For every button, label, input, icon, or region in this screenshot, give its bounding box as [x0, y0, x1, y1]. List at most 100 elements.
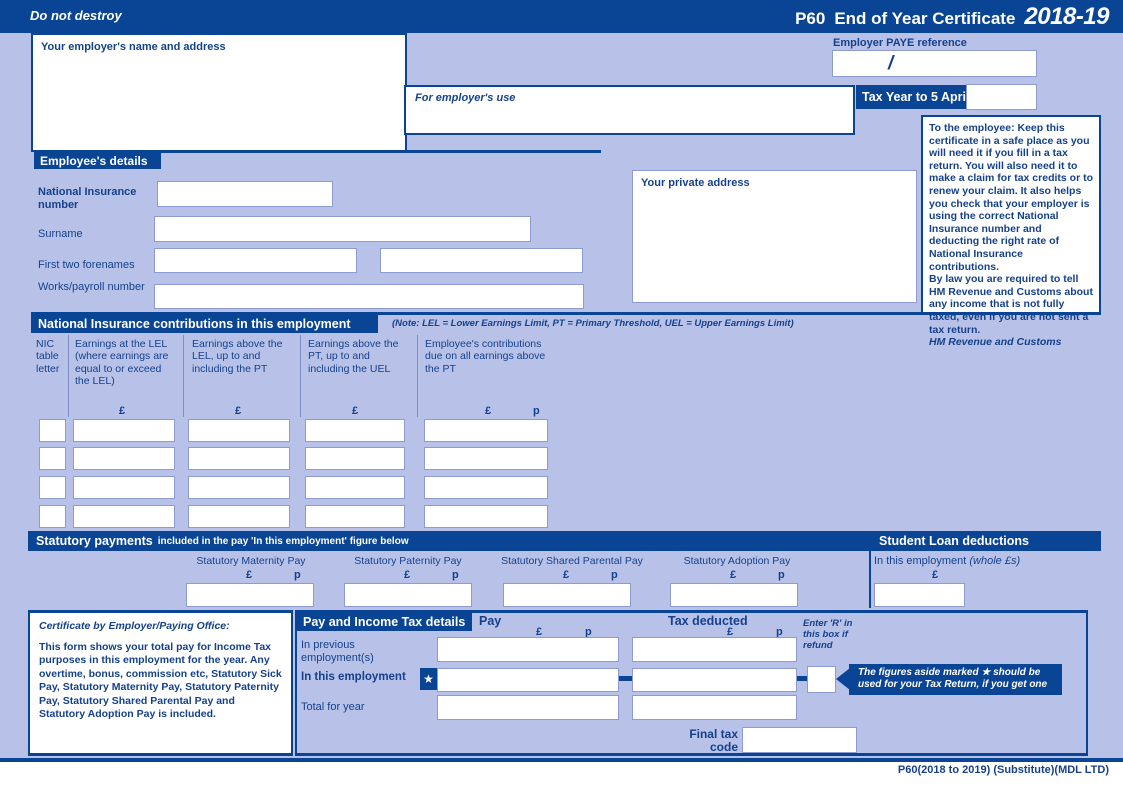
- private-address-field[interactable]: Your private address: [632, 170, 917, 303]
- header-title-group: P60 End of Year Certificate 2018-19: [795, 3, 1109, 31]
- refund-indicator-input[interactable]: [807, 666, 836, 693]
- nic-row-2-letter-input[interactable]: [39, 447, 66, 470]
- nic-column-divider: [417, 335, 418, 417]
- spp-currency-pence: p: [452, 569, 459, 581]
- employer-name-address-field[interactable]: Your employer's name and address: [31, 33, 407, 152]
- pay-income-tax-section-title: Pay and Income Tax details: [297, 612, 472, 631]
- nic-row-1-lel-input[interactable]: [73, 419, 175, 442]
- paye-reference-slash: /: [888, 53, 894, 74]
- student-loan-section-title: Student Loan deductions: [873, 531, 1101, 551]
- final-tax-code-input[interactable]: [742, 727, 857, 753]
- certificate-title: Certificate by Employer/Paying Office:: [39, 620, 230, 632]
- student-loan-in-this-employment-label: In this employment (whole £s): [874, 555, 1020, 568]
- certificate-by-employer-box: Certificate by Employer/Paying Office: T…: [28, 610, 293, 756]
- nic-row-3-above-pt-input[interactable]: [305, 476, 405, 499]
- works-payroll-number-input[interactable]: [154, 284, 584, 309]
- student-loan-currency-pounds: £: [932, 569, 939, 581]
- this-employment-tax-input[interactable]: [632, 668, 797, 692]
- nic-row-2-contributions-input[interactable]: [424, 447, 548, 470]
- employer-paye-reference-label: Employer PAYE reference: [833, 37, 967, 49]
- student-loan-input[interactable]: [874, 583, 965, 607]
- employer-paye-reference-input[interactable]: [832, 50, 1037, 77]
- surname-input[interactable]: [154, 216, 531, 242]
- footer-rule: [0, 758, 1123, 762]
- previous-employment-pay-input[interactable]: [437, 637, 619, 662]
- ni-number-input[interactable]: [157, 181, 333, 207]
- footer-form-reference: P60(2018 to 2019) (Substitute)(MDL LTD): [897, 764, 1109, 776]
- notice-paragraph-1: To the employee: Keep this certificate i…: [929, 122, 1093, 273]
- nic-row-3-contributions-input[interactable]: [424, 476, 548, 499]
- sspp-currency-pounds: £: [563, 569, 570, 581]
- nic-col-header-above-pt: Earnings above the PT, up to and includi…: [308, 338, 399, 375]
- nic-row-4-letter-input[interactable]: [39, 505, 66, 528]
- notice-paragraph-2: By law you are required to tell HM Reven…: [929, 273, 1093, 336]
- employer-use-label: For employer's use: [415, 92, 516, 104]
- smp-currency-pence: p: [294, 569, 301, 581]
- nic-row-4-contributions-input[interactable]: [424, 505, 548, 528]
- nic-row-2-lel-input[interactable]: [73, 447, 175, 470]
- nic-currency-above-lel: £: [235, 405, 242, 417]
- nic-currency-lel: £: [119, 405, 126, 417]
- works-payroll-number-label: Works/payroll number: [38, 281, 145, 293]
- nic-row-4-above-lel-input[interactable]: [188, 505, 290, 528]
- row-connector: [619, 676, 632, 681]
- nic-row-2-above-pt-input[interactable]: [305, 447, 405, 470]
- callout-left-arrow-icon: [836, 668, 850, 690]
- p60-form-page: Do not destroy P60 End of Year Certifica…: [0, 0, 1123, 794]
- forename-1-input[interactable]: [154, 248, 357, 273]
- nic-row-3-lel-input[interactable]: [73, 476, 175, 499]
- nic-row-1-letter-input[interactable]: [39, 419, 66, 442]
- forename-2-input[interactable]: [380, 248, 583, 273]
- forenames-label: First two forenames: [38, 259, 135, 271]
- statutory-paternity-pay-input[interactable]: [344, 583, 472, 607]
- nic-row-3-letter-input[interactable]: [39, 476, 66, 499]
- spp-currency-pounds: £: [404, 569, 411, 581]
- this-employment-pay-input[interactable]: [437, 668, 619, 692]
- nic-row-4-lel-input[interactable]: [73, 505, 175, 528]
- nic-section-title: National Insurance contributions in this…: [31, 315, 378, 333]
- ni-number-label: National Insurance number: [38, 186, 137, 211]
- nic-column-divider: [183, 335, 184, 417]
- nic-row-1-above-pt-input[interactable]: [305, 419, 405, 442]
- nic-col-header-above-lel: Earnings above the LEL, up to and includ…: [192, 338, 283, 375]
- header-tax-year: 2018-19: [1024, 3, 1109, 30]
- nic-row-1-contributions-input[interactable]: [424, 419, 548, 442]
- nic-row-3-above-lel-input[interactable]: [188, 476, 290, 499]
- total-for-year-tax-input[interactable]: [632, 695, 797, 720]
- form-header-bar: Do not destroy P60 End of Year Certifica…: [0, 0, 1123, 33]
- employee-details-section-title: Employee's details: [34, 152, 161, 169]
- tax-return-callout: The figures aside marked ★ should be use…: [849, 664, 1062, 695]
- statutory-shared-parental-pay-label: Statutory Shared Parental Pay: [501, 555, 643, 567]
- employee-notice-box: To the employee: Keep this certificate i…: [921, 115, 1101, 348]
- statutory-paternity-pay-label: Statutory Paternity Pay: [354, 555, 462, 567]
- statutory-adoption-pay-input[interactable]: [670, 583, 798, 607]
- statutory-payments-subtitle: included in the pay 'In this employment'…: [157, 535, 409, 547]
- this-employment-label: In this employment: [301, 671, 406, 683]
- employer-use-field[interactable]: For employer's use: [404, 85, 855, 135]
- smp-currency-pounds: £: [246, 569, 253, 581]
- statutory-adoption-pay-label: Statutory Adoption Pay: [683, 555, 791, 567]
- nic-row-2-above-lel-input[interactable]: [188, 447, 290, 470]
- do-not-destroy-label: Do not destroy: [30, 8, 122, 23]
- final-tax-code-label: Final tax code: [689, 727, 738, 754]
- nic-row-1-above-lel-input[interactable]: [188, 419, 290, 442]
- nic-section-note: (Note: LEL = Lower Earnings Limit, PT = …: [392, 318, 794, 329]
- nic-col-header-contributions: Employee's contributions due on all earn…: [425, 338, 546, 375]
- certificate-body-text: This form shows your total pay for Incom…: [39, 641, 282, 721]
- previous-employment-tax-input[interactable]: [632, 637, 797, 662]
- tax-deducted-column-header: Tax deducted: [668, 614, 748, 628]
- nic-row-4-above-pt-input[interactable]: [305, 505, 405, 528]
- private-address-label: Your private address: [641, 177, 750, 189]
- nic-currency-contrib-pounds: £: [485, 405, 492, 417]
- student-loan-divider: [869, 551, 871, 608]
- total-for-year-label: Total for year: [301, 701, 365, 713]
- statutory-payments-section-header: Statutory payments included in the pay '…: [28, 531, 873, 551]
- total-for-year-pay-input[interactable]: [437, 695, 619, 720]
- statutory-maternity-pay-label: Statutory Maternity Pay: [196, 555, 306, 567]
- tax-year-input[interactable]: [966, 84, 1037, 110]
- student-loan-whole-pounds-note: (whole £s): [969, 555, 1021, 567]
- statutory-maternity-pay-input[interactable]: [186, 583, 314, 607]
- tax-year-to-5-april-label: Tax Year to 5 April: [856, 85, 970, 109]
- header-p60-label: P60: [795, 9, 826, 28]
- statutory-shared-parental-pay-input[interactable]: [503, 583, 631, 607]
